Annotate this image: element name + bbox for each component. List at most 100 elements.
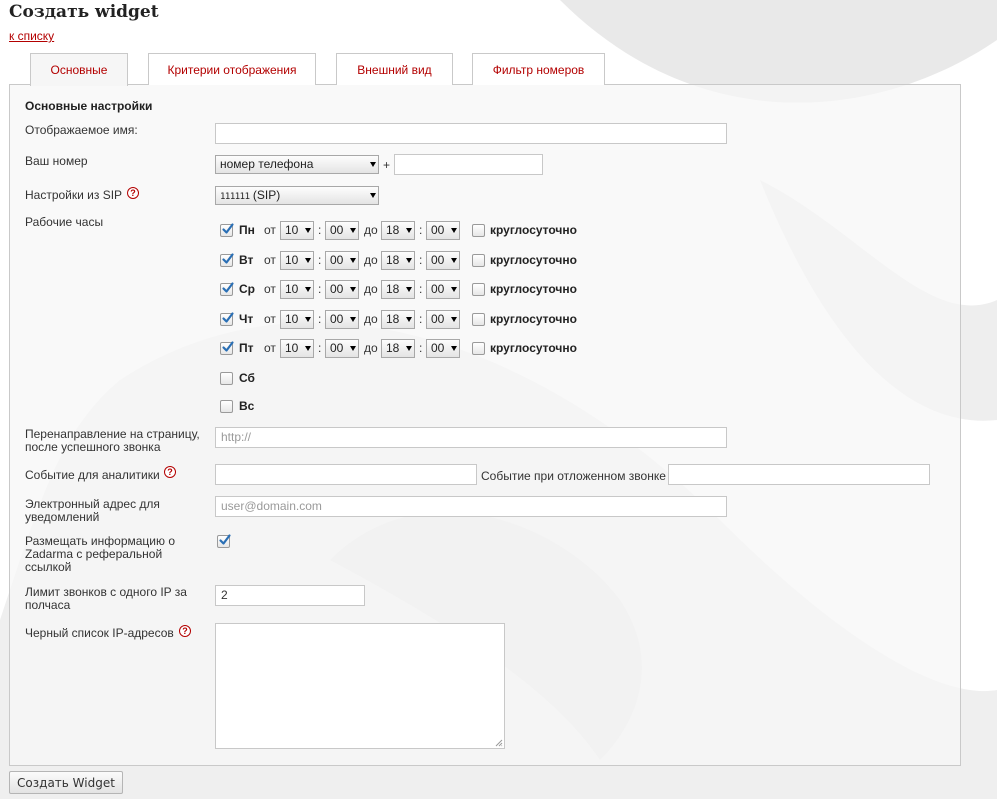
workday-checkbox-day-5[interactable] [220, 372, 233, 385]
sip-select-code: 111111 [220, 192, 250, 202]
to-hour-select-value: 18 [386, 312, 400, 326]
phone-number-input[interactable] [394, 154, 543, 175]
dropdown-arrow-icon [350, 258, 356, 263]
round-the-clock-label: круглосуточно [490, 253, 577, 267]
to-minute-select-value: 00 [431, 312, 445, 326]
to-label: до [364, 341, 378, 355]
number-type-select[interactable]: номер телефона [215, 155, 379, 174]
redirect-url-input[interactable]: http:// [215, 427, 727, 448]
tab-display-criteria[interactable]: Критерии отображения [148, 53, 316, 85]
to-hour-select-value: 18 [386, 253, 400, 267]
to-hour-select[interactable]: 18 [381, 221, 415, 240]
from-hour-select[interactable]: 10 [280, 221, 314, 240]
dropdown-arrow-icon [451, 346, 457, 351]
from-minute-select[interactable]: 00 [325, 339, 359, 358]
from-hour-select-value: 10 [285, 253, 299, 267]
round-the-clock-checkbox[interactable] [472, 313, 485, 326]
workday-checkbox-day-1[interactable] [220, 253, 234, 267]
dropdown-arrow-icon [406, 346, 412, 351]
round-the-clock-label: круглосуточно [490, 341, 577, 355]
to-label: до [364, 253, 378, 267]
time-separator: : [419, 282, 423, 296]
to-hour-select[interactable]: 18 [381, 251, 415, 270]
round-the-clock-label: круглосуточно [490, 282, 577, 296]
from-minute-select[interactable]: 00 [325, 221, 359, 240]
dropdown-arrow-icon [350, 287, 356, 292]
to-minute-select-value: 00 [431, 253, 445, 267]
to-hour-select[interactable]: 18 [381, 310, 415, 329]
display-name-label: Отображаемое имя: [25, 123, 138, 137]
to-minute-select[interactable]: 00 [426, 221, 460, 240]
resize-grip-icon[interactable] [495, 739, 503, 747]
to-hour-select[interactable]: 18 [381, 339, 415, 358]
dropdown-arrow-icon [305, 228, 311, 233]
tab-appearance[interactable]: Внешний вид [336, 53, 453, 85]
plus-sign: + [383, 158, 391, 172]
to-hour-select[interactable]: 18 [381, 280, 415, 299]
from-minute-select-value: 00 [330, 223, 344, 237]
from-minute-select-value: 00 [330, 282, 344, 296]
dropdown-arrow-icon [305, 317, 311, 322]
workday-name-day-1: Вт [239, 253, 254, 267]
ip-blacklist-textarea[interactable] [215, 623, 505, 749]
time-separator: : [419, 341, 423, 355]
sip-select-suffix: (SIP) [252, 188, 281, 202]
from-minute-select[interactable]: 00 [325, 280, 359, 299]
deferred-call-event-input[interactable] [668, 464, 930, 485]
workday-checkbox-day-2[interactable] [220, 282, 234, 296]
to-minute-select[interactable]: 00 [426, 251, 460, 270]
sip-help-icon[interactable]: ? [127, 187, 139, 199]
to-label: до [364, 312, 378, 326]
zadarma-referral-checkbox[interactable] [217, 534, 231, 548]
from-minute-select-value: 00 [330, 312, 344, 326]
analytics-help-icon[interactable]: ? [164, 466, 176, 478]
from-label: от [264, 253, 276, 267]
round-the-clock-checkbox[interactable] [472, 342, 485, 355]
from-hour-select-value: 10 [285, 223, 299, 237]
dropdown-arrow-icon [305, 258, 311, 263]
from-minute-select[interactable]: 00 [325, 310, 359, 329]
page-title: Создать widget [9, 2, 159, 22]
from-hour-select[interactable]: 10 [280, 310, 314, 329]
checkmark-icon [222, 341, 234, 352]
round-the-clock-label: круглосуточно [490, 223, 577, 237]
to-minute-select[interactable]: 00 [426, 280, 460, 299]
to-minute-select[interactable]: 00 [426, 310, 460, 329]
time-separator: : [419, 312, 423, 326]
analytics-event-input[interactable] [215, 464, 477, 485]
to-minute-select[interactable]: 00 [426, 339, 460, 358]
tab-main[interactable]: Основные [30, 53, 128, 86]
from-minute-select-value: 00 [330, 253, 344, 267]
checkmark-icon [222, 282, 234, 293]
workday-checkbox-day-0[interactable] [220, 223, 234, 237]
create-widget-button[interactable]: Создать Widget [9, 771, 123, 794]
ip-blacklist-label: Черный список IP-адресов [25, 626, 174, 640]
from-hour-select[interactable]: 10 [280, 251, 314, 270]
from-hour-select[interactable]: 10 [280, 339, 314, 358]
from-label: от [264, 223, 276, 237]
workday-checkbox-day-3[interactable] [220, 312, 234, 326]
ip-blacklist-help-icon[interactable]: ? [179, 625, 191, 637]
email-label: Электронный адрес для уведомлений [25, 498, 160, 524]
workday-checkbox-day-4[interactable] [220, 341, 234, 355]
display-name-input[interactable] [215, 123, 727, 144]
dropdown-arrow-icon [305, 346, 311, 351]
tab-number-filter[interactable]: Фильтр номеров [472, 53, 605, 85]
round-the-clock-checkbox[interactable] [472, 254, 485, 267]
back-to-list-link[interactable]: к списку [9, 29, 54, 43]
sip-settings-select[interactable]: 111111 (SIP) [215, 186, 379, 205]
ip-limit-input[interactable]: 2 [215, 585, 365, 606]
dropdown-arrow-icon [406, 228, 412, 233]
checkmark-icon [222, 223, 234, 234]
workday-name-day-5: Сб [239, 371, 255, 385]
from-hour-select-value: 10 [285, 341, 299, 355]
from-hour-select[interactable]: 10 [280, 280, 314, 299]
notification-email-input[interactable]: user@domain.com [215, 496, 727, 517]
dropdown-arrow-icon [451, 317, 457, 322]
round-the-clock-checkbox[interactable] [472, 283, 485, 296]
workday-checkbox-day-6[interactable] [220, 400, 233, 413]
from-label: от [264, 341, 276, 355]
from-label: от [264, 282, 276, 296]
round-the-clock-checkbox[interactable] [472, 224, 485, 237]
from-minute-select[interactable]: 00 [325, 251, 359, 270]
